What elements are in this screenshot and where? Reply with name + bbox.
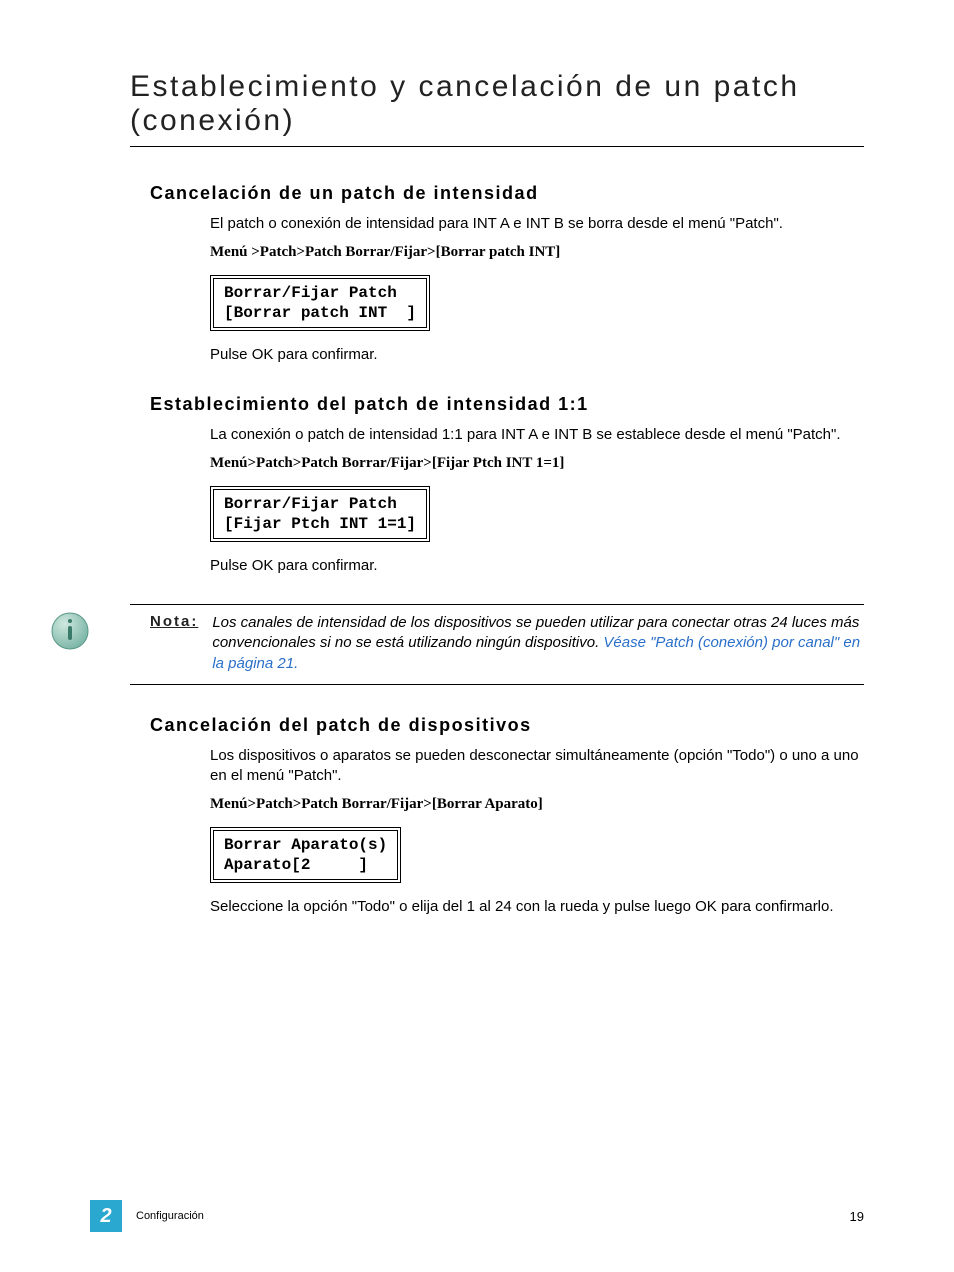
chapter-number-box: 2 — [90, 1200, 122, 1232]
page-title: Establecimiento y cancelación de un patc… — [130, 70, 864, 138]
section-heading: Establecimiento del patch de intensidad … — [150, 394, 864, 415]
lcd-display: Borrar/Fijar Patch [Fijar Ptch INT 1=1] — [210, 486, 430, 542]
info-icon — [50, 611, 90, 651]
section-heading: Cancelación de un patch de intensidad — [150, 183, 864, 204]
page-number: 19 — [850, 1209, 864, 1224]
section-cancel-int-patch: Cancelación de un patch de intensidad El… — [150, 183, 864, 366]
title-rule — [130, 146, 864, 147]
note-label: Nota: — [150, 613, 198, 674]
section-set-int-patch-1-1: Establecimiento del patch de intensidad … — [150, 394, 864, 577]
confirm-text: Pulse OK para confirmar. — [210, 556, 864, 576]
note-block: Nota: Los canales de intensidad de los d… — [130, 604, 864, 685]
page-footer: 2 Configuración 19 — [90, 1200, 864, 1232]
confirm-text: Pulse OK para confirmar. — [210, 345, 864, 365]
confirm-text: Seleccione la opción "Todo" o elija del … — [210, 897, 864, 917]
section-cancel-device-patch: Cancelación del patch de dispositivos Lo… — [150, 715, 864, 918]
footer-section-label: Configuración — [136, 1210, 204, 1222]
menu-path: Menú>Patch>Patch Borrar/Fijar>[Fijar Ptc… — [210, 455, 864, 472]
menu-path: Menú>Patch>Patch Borrar/Fijar>[Borrar Ap… — [210, 796, 864, 813]
intro-text: Los dispositivos o aparatos se pueden de… — [210, 746, 864, 787]
note-text: Los canales de intensidad de los disposi… — [212, 613, 864, 674]
intro-text: El patch o conexión de intensidad para I… — [210, 214, 864, 234]
lcd-display: Borrar Aparato(s) Aparato[2 ] — [210, 827, 401, 883]
menu-path: Menú >Patch>Patch Borrar/Fijar>[Borrar p… — [210, 244, 864, 261]
intro-text: La conexión o patch de intensidad 1:1 pa… — [210, 425, 864, 445]
lcd-display: Borrar/Fijar Patch [Borrar patch INT ] — [210, 275, 430, 331]
section-heading: Cancelación del patch de dispositivos — [150, 715, 864, 736]
